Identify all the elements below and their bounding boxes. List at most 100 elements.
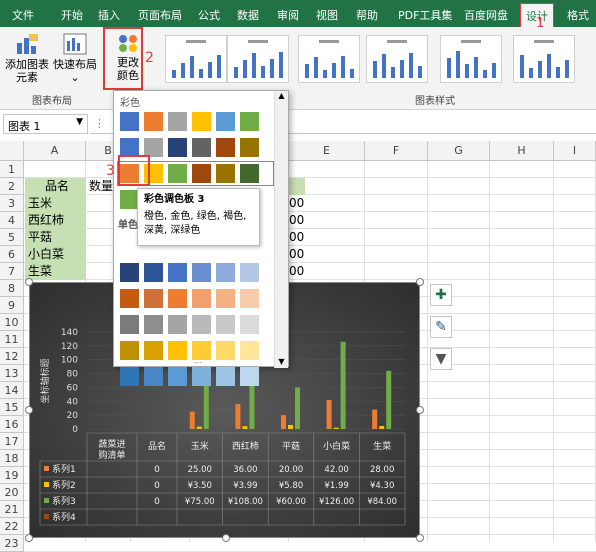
bar-系列3-平菇[interactable] [295, 387, 300, 429]
resize-handle[interactable] [25, 406, 33, 414]
cell-value[interactable]: 00 [289, 229, 307, 246]
bar-系列2-玉米[interactable] [196, 426, 202, 429]
menu-tab-0[interactable]: 文件 [12, 7, 34, 23]
row-header[interactable]: 12 [0, 348, 24, 365]
menu-tab-12[interactable]: 格式 [567, 7, 589, 23]
row-header[interactable]: 9 [0, 297, 24, 314]
resize-handle[interactable] [222, 534, 230, 542]
row-header[interactable]: 3 [0, 195, 24, 212]
menu-tab-10[interactable]: 百度网盘 [464, 7, 508, 23]
palette-row[interactable] [120, 112, 259, 131]
bar-系列2-平菇[interactable] [288, 424, 293, 429]
cell-item[interactable]: 小白菜 [25, 246, 86, 263]
palette-scrollbar[interactable]: ▲ ▼ [274, 91, 288, 368]
resize-handle[interactable] [25, 534, 33, 542]
cell-d-header[interactable] [289, 178, 305, 195]
bar-系列2-西红柿[interactable] [242, 426, 248, 429]
column-header[interactable]: I [554, 141, 596, 161]
row-header[interactable]: 23 [0, 535, 24, 552]
chart-elements-button[interactable]: ✚ [430, 284, 452, 306]
row-header[interactable]: 4 [0, 212, 24, 229]
row-header[interactable]: 7 [0, 263, 24, 280]
scroll-up-icon[interactable]: ▲ [275, 91, 288, 100]
row-header[interactable]: 11 [0, 331, 24, 348]
column-header[interactable]: F [365, 141, 428, 161]
corner-cell[interactable] [0, 141, 24, 161]
palette-row[interactable] [120, 367, 259, 386]
bar-系列1-生菜[interactable] [372, 409, 378, 429]
color-swatch [240, 138, 259, 157]
cell-value[interactable]: 00 [289, 195, 307, 212]
cell-item[interactable]: 玉米 [25, 195, 86, 212]
row-header[interactable]: 5 [0, 229, 24, 246]
palette-row[interactable] [120, 315, 259, 334]
x-tick-label: 小白菜 [323, 440, 350, 452]
row-header[interactable]: 17 [0, 433, 24, 450]
row-header[interactable]: 20 [0, 484, 24, 501]
resize-handle[interactable]: ⋯ [194, 358, 202, 367]
palette-row[interactable] [120, 341, 259, 360]
resize-handle[interactable] [416, 278, 424, 286]
resize-handle[interactable] [416, 534, 424, 542]
bar-系列1-小白菜[interactable] [326, 399, 332, 429]
row-header[interactable]: 10 [0, 314, 24, 331]
add-chart-element-button[interactable]: 添加图表元素 [4, 33, 50, 84]
column-header[interactable]: G [428, 141, 490, 161]
row-header[interactable]: 22 [0, 518, 24, 535]
menu-tab-7[interactable]: 视图 [316, 7, 338, 23]
menu-tab-9[interactable]: PDF工具集 [398, 7, 452, 23]
bar-系列2-生菜[interactable] [379, 426, 385, 429]
cell-value[interactable]: 00 [289, 212, 307, 229]
menu-tab-3[interactable]: 页面布局 [138, 7, 182, 23]
bar-系列2-小白菜[interactable] [333, 427, 339, 429]
palette-row[interactable] [120, 289, 259, 308]
cell-item[interactable]: 平菇 [25, 229, 86, 246]
cell-header-name[interactable]: 品名 [25, 178, 86, 195]
row-header[interactable]: 6 [0, 246, 24, 263]
row-header[interactable]: 8 [0, 280, 24, 297]
chart-style-thumb[interactable] [440, 35, 502, 83]
row-header[interactable]: 1 [0, 161, 24, 178]
resize-handle[interactable] [416, 406, 424, 414]
row-header[interactable]: 21 [0, 501, 24, 518]
bar-系列1-西红柿[interactable] [235, 404, 241, 429]
column-header[interactable]: E [289, 141, 365, 161]
quick-layout-button[interactable]: 快速布局 ⌄ [52, 33, 98, 84]
column-header[interactable]: A [24, 141, 86, 161]
highlight-box-3 [118, 155, 150, 186]
name-box[interactable]: 图表 1 ▼ [3, 114, 88, 134]
chart-style-thumb[interactable] [298, 35, 360, 83]
chart-style-thumb[interactable] [366, 35, 428, 83]
row-header[interactable]: 13 [0, 365, 24, 382]
bar-系列3-生菜[interactable] [386, 370, 392, 429]
menu-tab-6[interactable]: 审阅 [277, 7, 299, 23]
cell-value[interactable]: 00 [289, 263, 307, 280]
resize-handle[interactable] [25, 278, 33, 286]
row-header[interactable]: 15 [0, 399, 24, 416]
row-header[interactable]: 2 [0, 178, 24, 195]
menu-tab-8[interactable]: 帮助 [356, 7, 378, 23]
chart-style-thumb[interactable] [513, 35, 575, 83]
palette-row[interactable] [120, 263, 259, 282]
chart-filters-button[interactable]: ▼ [430, 348, 452, 370]
cell-item[interactable]: 生菜 [25, 263, 86, 280]
scroll-down-icon[interactable]: ▼ [275, 357, 288, 366]
row-header[interactable]: 19 [0, 467, 24, 484]
add-chart-element-label: 添加图表元素 [5, 58, 49, 84]
chart-style-thumb[interactable] [227, 35, 289, 83]
menu-tab-2[interactable]: 插入 [98, 7, 120, 23]
bar-系列3-小白菜[interactable] [340, 341, 346, 429]
menu-tab-4[interactable]: 公式 [198, 7, 220, 23]
bar-系列1-平菇[interactable] [281, 415, 286, 429]
row-header[interactable]: 14 [0, 382, 24, 399]
chart-styles-button[interactable]: ✎ [430, 316, 452, 338]
menu-tab-1[interactable]: 开始 [61, 7, 83, 23]
chart-style-thumb[interactable] [165, 35, 227, 83]
cell-item[interactable]: 西红柿 [25, 212, 86, 229]
bar-系列1-玉米[interactable] [189, 411, 195, 429]
row-header[interactable]: 16 [0, 416, 24, 433]
row-header[interactable]: 18 [0, 450, 24, 467]
menu-tab-5[interactable]: 数据 [237, 7, 259, 23]
column-header[interactable]: H [490, 141, 554, 161]
cell-value[interactable]: 00 [289, 246, 307, 263]
